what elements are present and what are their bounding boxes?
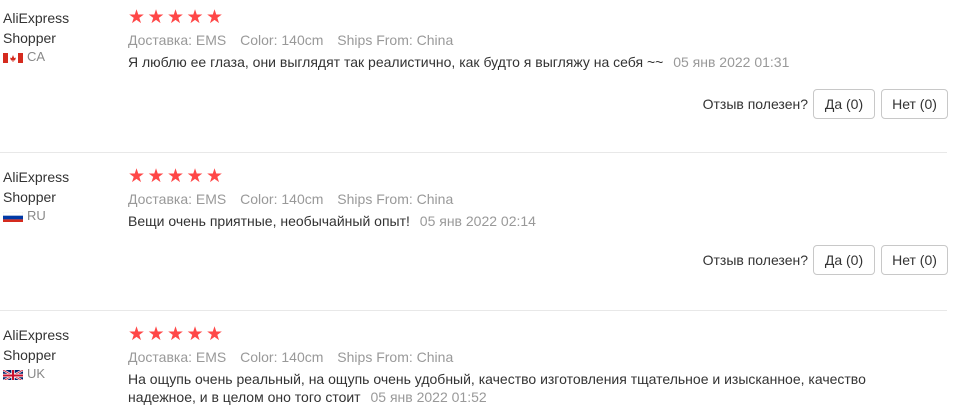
review-text: Вещи очень приятные, необычайный опыт! 0…	[128, 212, 928, 230]
color-info: Color: 140cm	[240, 349, 324, 365]
country-code: RU	[27, 208, 46, 223]
delivery-info: Доставка: EMS	[128, 191, 227, 207]
helpful-question: Отзыв полезен?	[702, 252, 808, 268]
star-rating: ★ ★ ★ ★ ★	[128, 165, 928, 187]
review-divider	[0, 152, 947, 153]
helpful-no-button[interactable]: Нет (0)	[881, 89, 948, 119]
review-meta: Доставка: EMS Color: 140cm Ships From: C…	[128, 190, 928, 208]
review-meta: Доставка: EMS Color: 140cm Ships From: C…	[128, 31, 928, 49]
reviewer-info: AliExpress Shopper CA	[3, 8, 113, 65]
flag-ca-icon	[3, 52, 23, 63]
reviewer-country: CA	[3, 49, 113, 65]
country-code: CA	[27, 49, 46, 64]
ships-from-info: Ships From: China	[337, 349, 454, 365]
star-icon: ★	[128, 6, 146, 28]
delivery-info: Доставка: EMS	[128, 32, 227, 48]
helpful-yes-button[interactable]: Да (0)	[813, 245, 875, 275]
star-icon: ★	[167, 165, 185, 187]
star-icon: ★	[167, 6, 185, 28]
star-rating: ★ ★ ★ ★ ★	[128, 323, 928, 345]
ships-from-info: Ships From: China	[337, 191, 454, 207]
helpful-question: Отзыв полезен?	[702, 96, 808, 112]
helpful-controls: Отзыв полезен? Да (0) Нет (0)	[703, 245, 948, 275]
reviewer-info: AliExpress Shopper UK	[3, 325, 113, 382]
helpful-controls: Отзыв полезен? Да (0) Нет (0)	[703, 89, 948, 119]
reviewer-name-line1: AliExpress	[3, 10, 70, 26]
review-date: 05 янв 2022 01:31	[673, 54, 790, 70]
review-body: Я люблю ее глаза, они выглядят так реали…	[128, 54, 664, 70]
review-content: ★ ★ ★ ★ ★ Доставка: EMS Color: 140cm Shi…	[128, 8, 928, 71]
star-icon: ★	[147, 6, 165, 28]
review-text: На ощупь очень реальный, на ощупь очень …	[128, 370, 928, 406]
color-info: Color: 140cm	[240, 32, 324, 48]
reviewer-country: UK	[3, 366, 113, 382]
reviewer-name-line2: Shopper	[3, 30, 56, 46]
star-icon: ★	[186, 165, 204, 187]
reviewer-country: RU	[3, 208, 113, 224]
star-icon: ★	[186, 6, 204, 28]
country-code: UK	[27, 366, 46, 381]
reviewer-name-line1: AliExpress	[3, 169, 70, 185]
color-info: Color: 140cm	[240, 191, 324, 207]
review-body: Вещи очень приятные, необычайный опыт!	[128, 213, 410, 229]
star-icon: ★	[147, 165, 165, 187]
delivery-info: Доставка: EMS	[128, 349, 227, 365]
flag-uk-icon	[3, 368, 23, 380]
review-content: ★ ★ ★ ★ ★ Доставка: EMS Color: 140cm Shi…	[128, 325, 928, 406]
review-date: 05 янв 2022 01:52	[370, 389, 487, 405]
review-date: 05 янв 2022 02:14	[419, 213, 536, 229]
star-icon: ★	[128, 165, 146, 187]
star-icon: ★	[167, 323, 185, 345]
helpful-no-button[interactable]: Нет (0)	[881, 245, 948, 275]
star-icon: ★	[206, 165, 224, 187]
reviewer-name-line2: Shopper	[3, 189, 56, 205]
star-icon: ★	[186, 323, 204, 345]
star-icon: ★	[206, 323, 224, 345]
review-text: Я люблю ее глаза, они выглядят так реали…	[128, 53, 928, 71]
reviewer-name-line2: Shopper	[3, 347, 56, 363]
review-meta: Доставка: EMS Color: 140cm Ships From: C…	[128, 348, 928, 366]
review-divider	[0, 310, 947, 311]
review-content: ★ ★ ★ ★ ★ Доставка: EMS Color: 140cm Shi…	[128, 167, 928, 230]
star-rating: ★ ★ ★ ★ ★	[128, 6, 928, 28]
review-body: На ощупь очень реальный, на ощупь очень …	[128, 371, 866, 405]
star-icon: ★	[147, 323, 165, 345]
star-icon: ★	[206, 6, 224, 28]
reviewer-info: AliExpress Shopper RU	[3, 167, 113, 224]
reviewer-name-line1: AliExpress	[3, 327, 70, 343]
star-icon: ★	[128, 323, 146, 345]
flag-ru-icon	[3, 211, 23, 222]
ships-from-info: Ships From: China	[337, 32, 454, 48]
helpful-yes-button[interactable]: Да (0)	[813, 89, 875, 119]
